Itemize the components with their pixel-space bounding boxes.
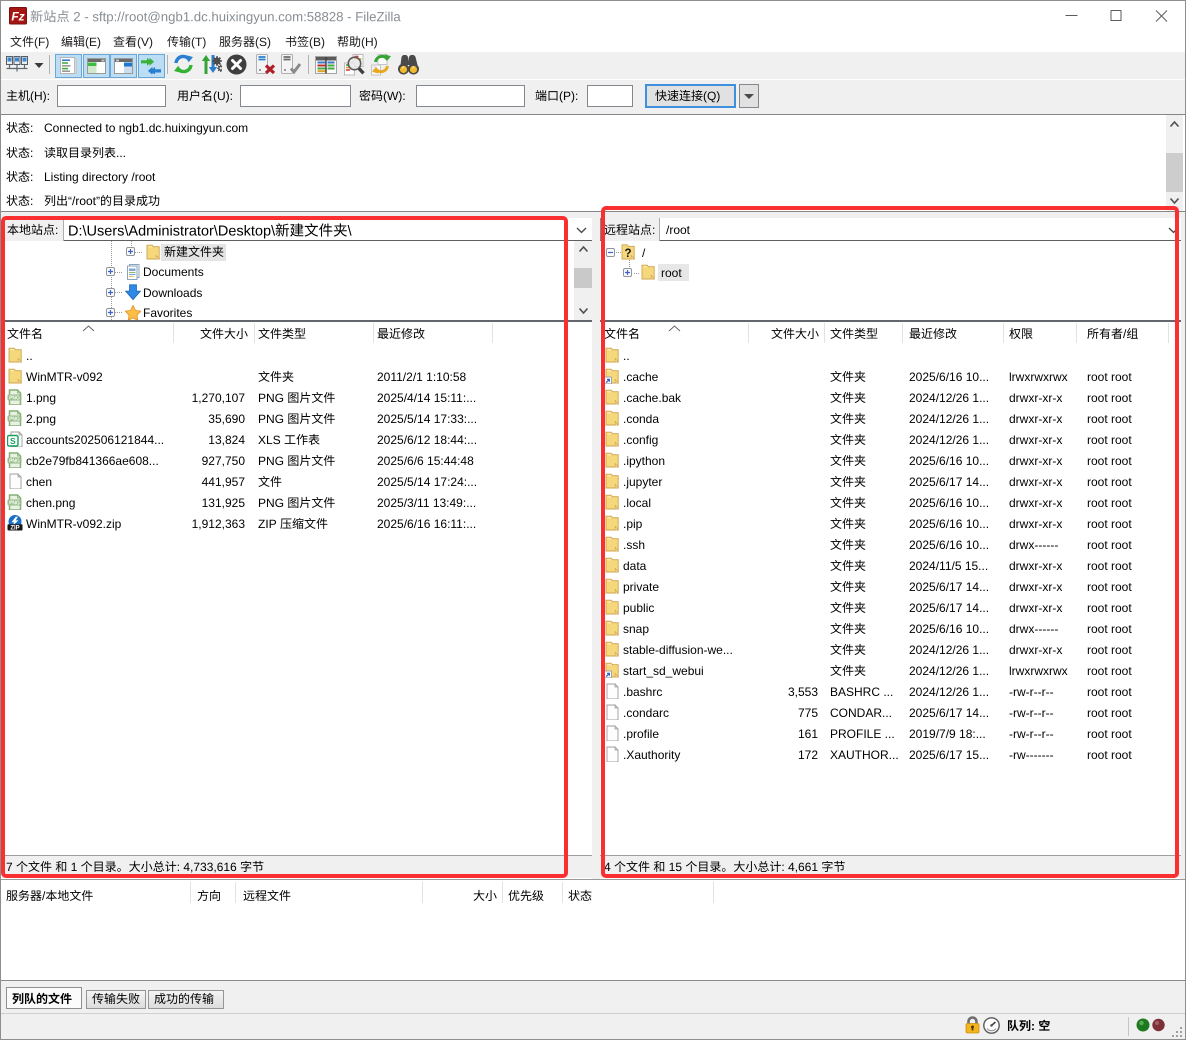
svg-text:Fz: Fz <box>11 10 24 24</box>
